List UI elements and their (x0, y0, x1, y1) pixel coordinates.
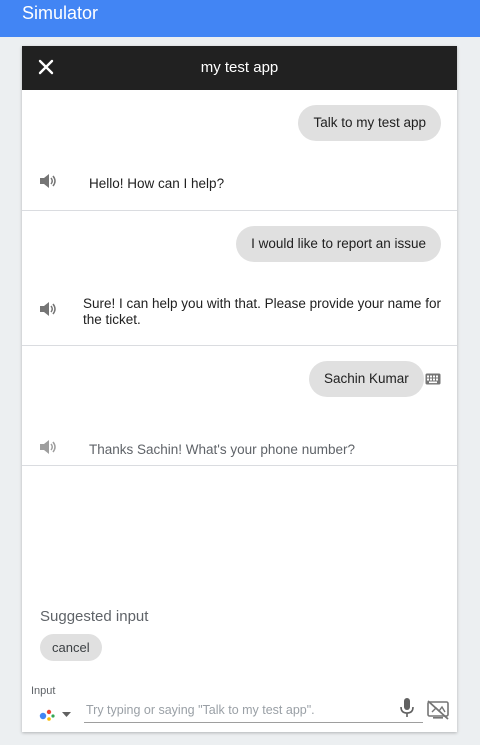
query-input[interactable] (84, 698, 423, 723)
divider (22, 345, 457, 346)
speaker-icon[interactable] (39, 439, 57, 455)
user-message-3: Sachin Kumar (309, 361, 424, 397)
assistant-reply-2-line1: Sure! I can help you with that. Please p… (83, 296, 441, 311)
assistant-reply-3: Thanks Sachin! What's your phone number? (89, 442, 355, 457)
app-title: Simulator (22, 3, 99, 23)
assistant-reply-2-line2: the ticket. (83, 312, 141, 327)
speaker-icon[interactable] (39, 301, 57, 317)
assistant-icon[interactable] (38, 704, 74, 722)
mic-icon[interactable] (399, 697, 415, 719)
simulator-panel: my test app Talk to my test app Hello! H… (22, 46, 457, 732)
user-message-2: I would like to report an issue (236, 226, 441, 262)
suggested-input-label: Suggested input (40, 608, 149, 625)
user-message-1: Talk to my test app (298, 105, 441, 141)
app-bar: Simulator (0, 0, 480, 37)
panel-header: my test app (22, 46, 457, 90)
panel-title: my test app (200, 59, 279, 76)
divider (22, 210, 457, 211)
divider (22, 465, 457, 466)
speaker-icon[interactable] (39, 173, 57, 189)
assistant-reply-1: Hello! How can I help? (89, 176, 225, 191)
input-label: Input (31, 685, 56, 697)
suggestion-chip-cancel[interactable]: cancel (40, 634, 102, 661)
keyboard-icon (425, 373, 441, 385)
screen-off-icon[interactable] (427, 700, 449, 720)
